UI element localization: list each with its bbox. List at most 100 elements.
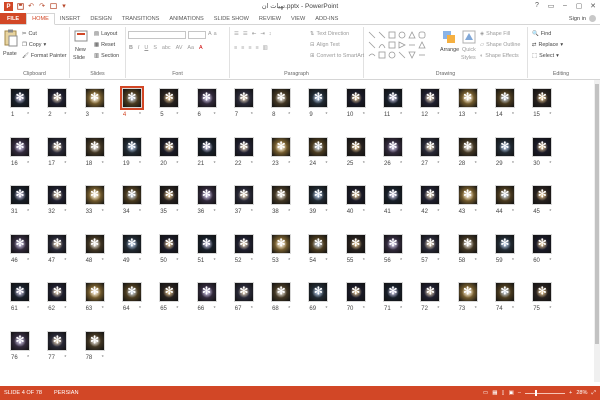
slide-thumbnail[interactable]: ✻ xyxy=(233,233,254,254)
zoom-slider[interactable] xyxy=(525,389,566,396)
transition-marker-icon[interactable]: * xyxy=(549,112,551,118)
slide-thumbnail[interactable]: ✻ xyxy=(420,282,441,302)
transition-marker-icon[interactable]: * xyxy=(437,112,439,118)
transition-marker-icon[interactable]: * xyxy=(363,161,365,167)
slide-thumbnail[interactable]: ✻ xyxy=(159,233,180,254)
slide-thumbnail[interactable]: ✻ xyxy=(196,282,217,302)
slide-thumbnail[interactable]: ✻ xyxy=(47,282,68,302)
transition-marker-icon[interactable]: * xyxy=(64,258,66,264)
normal-view-icon[interactable]: ▭ xyxy=(483,390,488,396)
slide-thumbnail[interactable]: ✻ xyxy=(532,282,553,302)
slide-thumbnail[interactable]: ✻ xyxy=(121,233,142,254)
transition-marker-icon[interactable]: * xyxy=(288,112,290,118)
transition-marker-icon[interactable]: * xyxy=(400,112,402,118)
transition-marker-icon[interactable]: * xyxy=(437,161,439,167)
slide-thumbnail[interactable]: ✻ xyxy=(420,136,441,157)
maximize-icon[interactable]: ▢ xyxy=(572,0,586,11)
spacing-icon[interactable]: AV xyxy=(176,45,183,51)
slide-thumbnail[interactable]: ✻ xyxy=(10,233,30,254)
transition-marker-icon[interactable]: * xyxy=(363,209,365,215)
line-spacing-icon[interactable]: ↕ xyxy=(269,31,272,37)
transition-marker-icon[interactable]: * xyxy=(475,258,477,264)
vertical-scrollbar[interactable] xyxy=(594,80,600,382)
transition-marker-icon[interactable]: * xyxy=(400,209,402,215)
slide-thumbnail[interactable]: ✻ xyxy=(10,88,30,108)
slide-show-view-icon[interactable]: ▣ xyxy=(509,390,514,396)
slide-thumbnail[interactable]: ✻ xyxy=(308,136,329,157)
transition-marker-icon[interactable]: * xyxy=(549,258,551,264)
tab-transitions[interactable]: TRANSITIONS xyxy=(117,13,165,24)
slide-thumbnail[interactable]: ✻ xyxy=(494,88,515,108)
slide-thumbnail[interactable]: ✻ xyxy=(271,233,292,254)
transition-marker-icon[interactable]: * xyxy=(102,112,104,118)
slide-thumbnail[interactable]: ✻ xyxy=(420,233,441,254)
font-color-icon[interactable]: A xyxy=(199,45,203,51)
slide-thumbnail[interactable]: ✻ xyxy=(159,136,180,157)
slide-thumbnail[interactable]: ✻ xyxy=(121,136,142,157)
slide-thumbnail[interactable]: ✻ xyxy=(271,185,292,205)
transition-marker-icon[interactable]: * xyxy=(102,355,104,361)
transition-marker-icon[interactable]: * xyxy=(102,161,104,167)
transition-marker-icon[interactable]: * xyxy=(288,209,290,215)
slide-thumbnail[interactable]: ✻ xyxy=(196,185,217,205)
reading-view-icon[interactable]: ▯ xyxy=(502,390,505,396)
zoom-level[interactable]: 28% xyxy=(576,390,587,396)
reset-button[interactable]: ▦ Reset xyxy=(94,42,115,48)
italic-icon[interactable]: I xyxy=(138,45,140,51)
new-slide-label-1[interactable]: New xyxy=(75,47,86,53)
slide-thumbnail[interactable]: ✻ xyxy=(383,185,403,205)
save-icon[interactable] xyxy=(16,3,24,11)
new-slide-button[interactable] xyxy=(74,29,88,47)
transition-marker-icon[interactable]: * xyxy=(64,355,66,361)
transition-marker-icon[interactable]: * xyxy=(27,355,29,361)
transition-marker-icon[interactable]: * xyxy=(139,112,141,118)
transition-marker-icon[interactable]: * xyxy=(139,306,141,312)
transition-marker-icon[interactable]: * xyxy=(251,209,253,215)
slide-thumbnail[interactable]: ✻ xyxy=(10,282,30,302)
slide-thumbnail[interactable]: ✻ xyxy=(47,136,68,157)
tab-animations[interactable]: ANIMATIONS xyxy=(164,13,208,24)
slide-thumbnail[interactable]: ✻ xyxy=(84,88,105,108)
scrollbar-thumb[interactable] xyxy=(595,84,599,344)
transition-marker-icon[interactable]: * xyxy=(288,258,290,264)
slide-thumbnail[interactable]: ✻ xyxy=(159,88,180,108)
slide-thumbnail[interactable]: ✻ xyxy=(383,282,403,302)
transition-marker-icon[interactable]: * xyxy=(214,112,216,118)
transition-marker-icon[interactable]: * xyxy=(251,112,253,118)
transition-marker-icon[interactable]: * xyxy=(64,306,66,312)
transition-marker-icon[interactable]: * xyxy=(475,112,477,118)
transition-marker-icon[interactable]: * xyxy=(27,306,29,312)
transition-marker-icon[interactable]: * xyxy=(214,258,216,264)
transition-marker-icon[interactable]: * xyxy=(325,258,327,264)
slide-thumbnail[interactable]: ✻ xyxy=(10,330,30,351)
transition-marker-icon[interactable]: * xyxy=(64,161,66,167)
transition-marker-icon[interactable]: * xyxy=(27,161,29,167)
minimize-icon[interactable]: – xyxy=(558,0,572,11)
paste-label[interactable]: Paste xyxy=(3,51,17,57)
shape-effects-button[interactable]: ◐ Shape Effects xyxy=(480,53,519,59)
transition-marker-icon[interactable]: * xyxy=(288,161,290,167)
slide-thumbnail[interactable]: ✻ xyxy=(271,136,292,157)
transition-marker-icon[interactable]: * xyxy=(176,306,178,312)
transition-marker-icon[interactable]: * xyxy=(512,161,514,167)
slide-thumbnail[interactable]: ✻ xyxy=(383,136,403,157)
transition-marker-icon[interactable]: * xyxy=(475,306,477,312)
transition-marker-icon[interactable]: * xyxy=(139,161,141,167)
shape-fill-button[interactable]: ◈ Shape Fill xyxy=(480,31,510,37)
slide-thumbnail[interactable]: ✻ xyxy=(345,233,366,254)
sign-in[interactable]: Sign in xyxy=(569,15,596,22)
slide-thumbnail[interactable]: ✻ xyxy=(494,185,515,205)
slide-thumbnail[interactable]: ✻ xyxy=(119,86,144,110)
transition-marker-icon[interactable]: * xyxy=(400,161,402,167)
slide-thumbnail[interactable]: ✻ xyxy=(532,88,553,108)
slide-thumbnail[interactable]: ✻ xyxy=(457,136,478,157)
transition-marker-icon[interactable]: * xyxy=(549,161,551,167)
transition-marker-icon[interactable]: * xyxy=(27,209,29,215)
slide-thumbnail[interactable]: ✻ xyxy=(457,88,478,108)
tab-design[interactable]: DESIGN xyxy=(85,13,116,24)
slide-thumbnail[interactable]: ✻ xyxy=(494,233,515,254)
transition-marker-icon[interactable]: * xyxy=(325,306,327,312)
slide-thumbnail[interactable]: ✻ xyxy=(10,136,30,157)
slide-thumbnail[interactable]: ✻ xyxy=(457,233,478,254)
bold-icon[interactable]: B xyxy=(129,45,133,51)
